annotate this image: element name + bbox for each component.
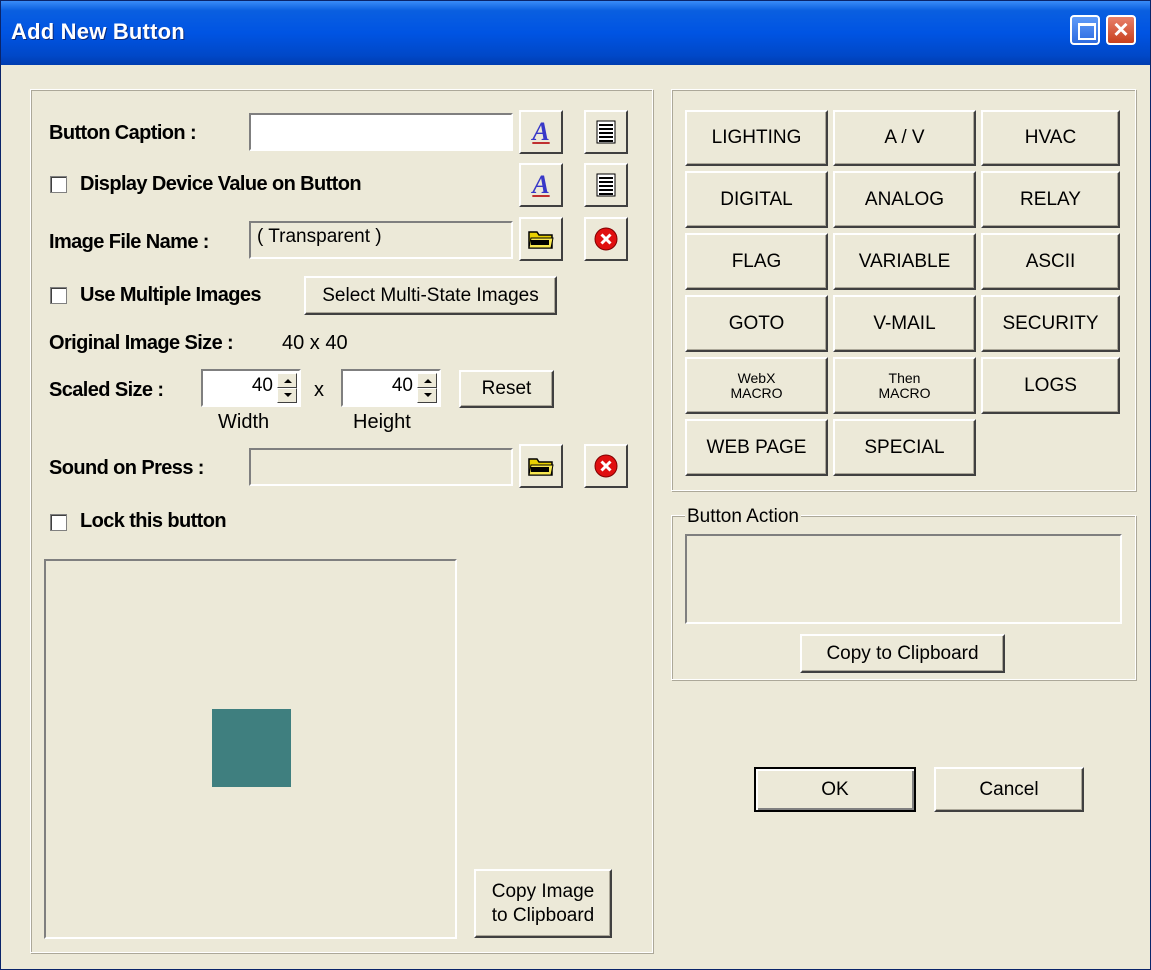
image-file-name-field[interactable]: ( Transparent ) xyxy=(249,221,513,259)
times-sign: x xyxy=(314,379,324,401)
ok-button[interactable]: OK xyxy=(754,767,916,812)
original-image-size-label: Original Image Size : xyxy=(49,332,234,354)
category-analog-button[interactable]: ANALOG xyxy=(833,171,976,228)
display-device-value-label[interactable]: Display Device Value on Button xyxy=(80,173,362,196)
button-action-legend: Button Action xyxy=(685,506,801,528)
value-align-button[interactable] xyxy=(584,163,628,207)
category-web-page-button[interactable]: WEB PAGE xyxy=(685,419,828,476)
height-increment[interactable] xyxy=(417,373,437,388)
browse-image-button[interactable] xyxy=(519,217,563,261)
then-macro-line1: Then xyxy=(888,369,921,386)
image-file-name-label: Image File Name : xyxy=(49,231,209,253)
folder-icon xyxy=(528,231,554,249)
lock-button-label[interactable]: Lock this button xyxy=(80,510,227,533)
button-caption-label: Button Caption : xyxy=(49,122,197,144)
use-multiple-images-checkbox[interactable] xyxy=(50,287,67,304)
text-align-icon xyxy=(596,173,616,197)
button-action-field[interactable] xyxy=(685,534,1122,624)
browse-sound-button[interactable] xyxy=(519,444,563,488)
text-align-icon xyxy=(596,120,616,144)
caption-align-button[interactable] xyxy=(584,110,628,154)
width-value[interactable]: 40 xyxy=(252,375,273,397)
category-flag-button[interactable]: FLAG xyxy=(685,233,828,290)
value-font-button[interactable]: A xyxy=(519,163,563,207)
button-image-preview xyxy=(212,709,291,787)
copy-image-line1: Copy Image xyxy=(491,880,595,902)
original-image-size-value: 40 x 40 xyxy=(282,332,348,354)
category-ascii-button[interactable]: ASCII xyxy=(981,233,1120,290)
restore-button[interactable] xyxy=(1070,15,1100,45)
copy-image-to-clipboard-button[interactable]: Copy Image to Clipboard xyxy=(474,869,612,938)
height-label: Height xyxy=(353,411,411,433)
clear-sound-button[interactable] xyxy=(584,444,628,488)
height-decrement[interactable] xyxy=(417,388,437,403)
restore-icon xyxy=(1078,23,1096,40)
sound-on-press-label: Sound on Press : xyxy=(49,457,204,479)
title-bar[interactable]: Add New Button × xyxy=(1,1,1150,65)
category-hvac-button[interactable]: HVAC xyxy=(981,110,1120,166)
window-title: Add New Button xyxy=(11,19,185,44)
close-icon: × xyxy=(1113,14,1129,44)
then-macro-line2: MACRO xyxy=(878,384,931,401)
close-button[interactable]: × xyxy=(1106,14,1136,45)
category-goto-button[interactable]: GOTO xyxy=(685,295,828,352)
button-caption-input[interactable] xyxy=(249,113,513,151)
clear-image-button[interactable] xyxy=(584,217,628,261)
category-then-macro-button[interactable]: Then MACRO xyxy=(833,357,976,414)
webx-macro-line2: MACRO xyxy=(730,384,783,401)
copy-action-to-clipboard-button[interactable]: Copy to Clipboard xyxy=(800,634,1005,673)
category-vmail-button[interactable]: V-MAIL xyxy=(833,295,976,352)
font-style-icon: A xyxy=(532,117,550,146)
category-lighting-button[interactable]: LIGHTING xyxy=(685,110,828,166)
category-logs-button[interactable]: LOGS xyxy=(981,357,1120,414)
font-style-icon: A xyxy=(532,170,550,199)
cancel-button[interactable]: Cancel xyxy=(934,767,1084,812)
category-security-button[interactable]: SECURITY xyxy=(981,295,1120,352)
height-value[interactable]: 40 xyxy=(392,375,413,397)
select-multi-state-images-button[interactable]: Select Multi-State Images xyxy=(304,276,557,315)
sound-on-press-field[interactable] xyxy=(249,448,513,486)
width-stepper[interactable]: 40 xyxy=(201,369,301,407)
caption-font-button[interactable]: A xyxy=(519,110,563,154)
delete-icon xyxy=(594,227,618,251)
width-increment[interactable] xyxy=(277,373,297,388)
height-stepper[interactable]: 40 xyxy=(341,369,441,407)
delete-icon xyxy=(594,454,618,478)
use-multiple-images-label[interactable]: Use Multiple Images xyxy=(80,284,261,307)
folder-icon xyxy=(528,458,554,476)
copy-image-line2: to Clipboard xyxy=(491,904,595,926)
category-special-button[interactable]: SPECIAL xyxy=(833,419,976,476)
category-webx-macro-button[interactable]: WebX MACRO xyxy=(685,357,828,414)
category-digital-button[interactable]: DIGITAL xyxy=(685,171,828,228)
category-av-button[interactable]: A / V xyxy=(833,110,976,166)
reset-button[interactable]: Reset xyxy=(459,370,554,408)
width-decrement[interactable] xyxy=(277,388,297,403)
webx-macro-line1: WebX xyxy=(737,369,776,386)
add-new-button-dialog: Add New Button × Button Caption : A Disp… xyxy=(0,0,1151,970)
scaled-size-label: Scaled Size : xyxy=(49,379,164,401)
display-device-value-checkbox[interactable] xyxy=(50,176,67,193)
lock-button-checkbox[interactable] xyxy=(50,514,67,531)
width-label: Width xyxy=(218,411,270,433)
category-variable-button[interactable]: VARIABLE xyxy=(833,233,976,290)
category-relay-button[interactable]: RELAY xyxy=(981,171,1120,228)
